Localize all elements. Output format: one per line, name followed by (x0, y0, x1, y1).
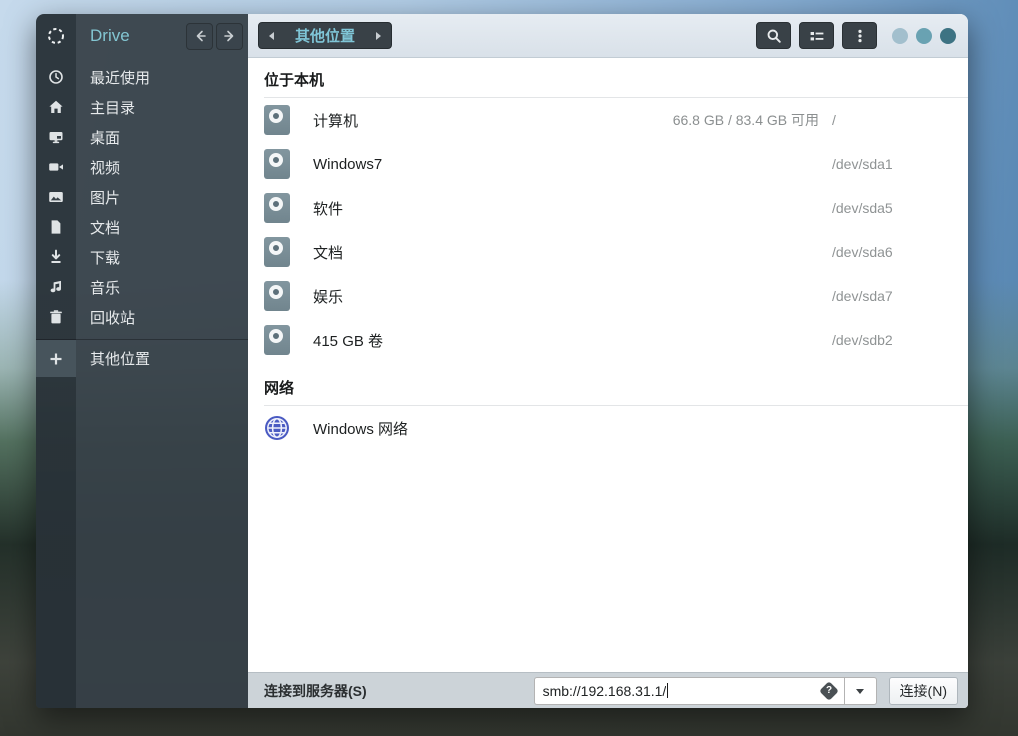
connect-button[interactable]: 连接(N) (889, 677, 958, 705)
item-device: /dev/sda5 (832, 200, 952, 216)
sidebar-item-trash[interactable]: 回收站 (36, 302, 248, 332)
sidebar-item-home[interactable]: 主目录 (36, 92, 248, 122)
path-back-icon[interactable] (259, 23, 283, 48)
main-panel: 其他位置 位于本机 (248, 14, 968, 708)
item-name: 文档 (313, 242, 819, 263)
help-icon[interactable]: ? (819, 681, 839, 701)
item-name: 415 GB 卷 (313, 330, 819, 351)
sidebar: Drive 最近使用 主目录 (36, 14, 248, 708)
path-forward-icon[interactable] (367, 23, 391, 48)
item-name: Windows 网络 (313, 418, 952, 439)
sidebar-item-documents[interactable]: 文档 (36, 212, 248, 242)
path-label[interactable]: 其他位置 (283, 25, 367, 46)
sidebar-item-label: 音乐 (90, 277, 120, 298)
list-item-entertainment[interactable]: 娱乐 /dev/sda7 (248, 274, 968, 318)
server-history-dropdown[interactable] (844, 677, 877, 705)
section-title-local: 位于本机 (264, 58, 968, 98)
sidebar-header: Drive (36, 14, 248, 58)
file-manager-window: Drive 最近使用 主目录 (36, 14, 968, 708)
sidebar-item-label: 下载 (90, 247, 120, 268)
sidebar-item-recent[interactable]: 最近使用 (36, 62, 248, 92)
sidebar-item-other-locations[interactable]: 其他位置 (36, 340, 248, 377)
hard-drive-icon (264, 325, 290, 355)
downloads-icon (36, 249, 76, 265)
locations-view: 位于本机 计算机 66.8 GB / 83.4 GB 可用 / Windows7… (248, 58, 968, 672)
item-device: / (832, 112, 952, 128)
music-icon (36, 279, 76, 295)
list-item-windows-network[interactable]: Windows 网络 (248, 406, 968, 450)
desktop-icon (36, 129, 76, 145)
documents-icon (36, 219, 76, 235)
item-usage: 66.8 GB / 83.4 GB 可用 (673, 110, 819, 130)
sidebar-item-label: 主目录 (90, 97, 135, 118)
item-device: /dev/sda7 (832, 288, 952, 304)
list-item-volume[interactable]: 415 GB 卷 /dev/sdb2 (248, 318, 968, 362)
item-name: Windows7 (313, 156, 819, 173)
sidebar-item-videos[interactable]: 视频 (36, 152, 248, 182)
recent-icon (36, 69, 76, 85)
section-title-network: 网络 (264, 366, 968, 406)
text-cursor (667, 683, 668, 698)
item-name: 软件 (313, 198, 819, 219)
menu-dots-icon (852, 28, 868, 44)
list-item-documents[interactable]: 文档 /dev/sda6 (248, 230, 968, 274)
sidebar-item-music[interactable]: 音乐 (36, 272, 248, 302)
sidebar-item-downloads[interactable]: 下载 (36, 242, 248, 272)
menu-button[interactable] (842, 22, 877, 49)
search-icon (766, 28, 782, 44)
header-bar: 其他位置 (248, 14, 968, 58)
app-logo-icon (36, 27, 76, 45)
app-title: Drive (90, 26, 186, 46)
search-button[interactable] (756, 22, 791, 49)
close-button[interactable] (940, 28, 956, 44)
back-button[interactable] (186, 23, 213, 50)
sidebar-item-pictures[interactable]: 图片 (36, 182, 248, 212)
list-item-software[interactable]: 软件 /dev/sda5 (248, 186, 968, 230)
connect-server-label: 连接到服务器(S) (264, 681, 367, 701)
pictures-icon (36, 189, 76, 205)
item-name: 计算机 (313, 110, 673, 131)
window-controls (892, 28, 956, 44)
item-device: /dev/sdb2 (832, 332, 952, 348)
item-device: /dev/sda6 (832, 244, 952, 260)
network-globe-icon (264, 415, 290, 441)
sidebar-item-label: 最近使用 (90, 67, 150, 88)
hard-drive-icon (264, 281, 290, 311)
item-name: 娱乐 (313, 286, 819, 307)
minimize-button[interactable] (892, 28, 908, 44)
chevron-down-icon (855, 687, 865, 695)
nav-buttons (186, 23, 243, 50)
maximize-button[interactable] (916, 28, 932, 44)
hard-drive-icon (264, 149, 290, 179)
list-item-computer[interactable]: 计算机 66.8 GB / 83.4 GB 可用 / (248, 98, 968, 142)
forward-button[interactable] (216, 23, 243, 50)
path-bar[interactable]: 其他位置 (258, 22, 392, 49)
list-item-windows7[interactable]: Windows7 /dev/sda1 (248, 142, 968, 186)
hard-drive-icon (264, 105, 290, 135)
sidebar-item-desktop[interactable]: 桌面 (36, 122, 248, 152)
sidebar-item-label: 其他位置 (90, 348, 150, 369)
connect-server-bar: 连接到服务器(S) smb://192.168.31.1/ ? 连接(N) (248, 672, 968, 708)
home-icon (36, 99, 76, 115)
list-view-button[interactable] (799, 22, 834, 49)
trash-icon (36, 309, 76, 325)
sidebar-item-label: 视频 (90, 157, 120, 178)
hard-drive-icon (264, 237, 290, 267)
sidebar-item-label: 图片 (90, 187, 120, 208)
plus-icon (36, 340, 76, 377)
sidebar-item-label: 回收站 (90, 307, 135, 328)
item-device: /dev/sda1 (832, 156, 952, 172)
videos-icon (36, 159, 76, 175)
list-view-icon (809, 28, 825, 44)
server-address-value: smb://192.168.31.1/ (543, 683, 667, 699)
server-address-combo: smb://192.168.31.1/ ? (534, 677, 877, 705)
forward-arrow-icon (223, 29, 237, 43)
server-address-input[interactable]: smb://192.168.31.1/ ? (534, 677, 844, 705)
back-arrow-icon (193, 29, 207, 43)
sidebar-list: 最近使用 主目录 桌面 视频 (36, 62, 248, 332)
sidebar-item-label: 文档 (90, 217, 120, 238)
sidebar-item-label: 桌面 (90, 127, 120, 148)
hard-drive-icon (264, 193, 290, 223)
